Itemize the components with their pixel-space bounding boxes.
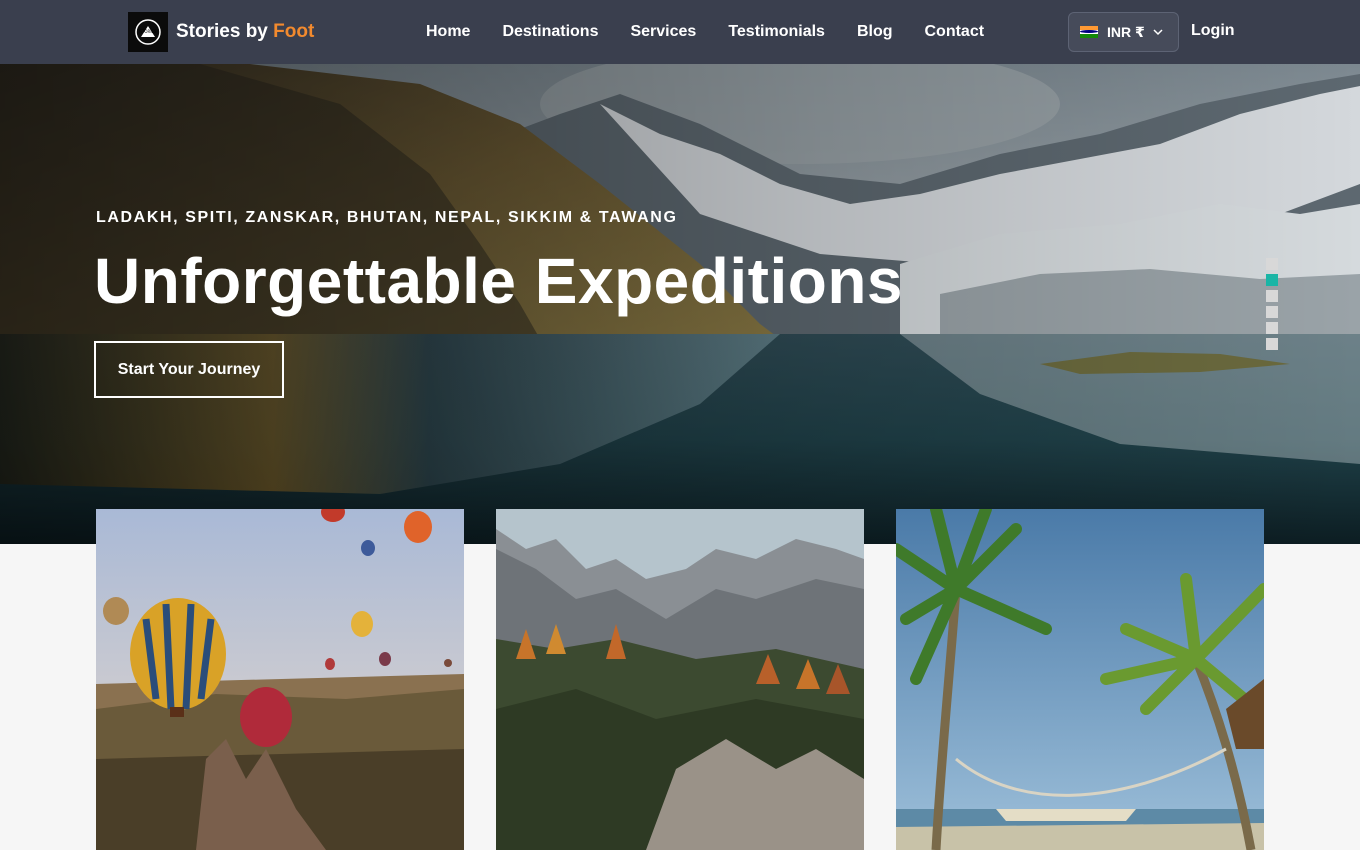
mountain-forest-image [496,509,864,850]
slider-dot[interactable] [1266,258,1278,270]
hero-title: Unforgettable Expeditions [94,244,903,318]
nav-link-services[interactable]: Services [614,23,712,41]
nav-link-destinations[interactable]: Destinations [486,23,614,41]
slider-dot[interactable] [1266,338,1278,350]
brand-name: Stories by Foot [176,21,314,43]
destination-card-balloons[interactable] [96,509,464,850]
login-link[interactable]: Login [1191,22,1235,40]
balloons-image [96,509,464,850]
beach-palms-image [896,509,1264,850]
hero-slider: LADAKH, SPITI, ZANSKAR, BHUTAN, NEPAL, S… [0,64,1360,544]
top-navbar: STORIES Stories by Foot Home Destination… [0,0,1360,64]
slider-dot-active[interactable] [1266,274,1278,286]
nav-link-testimonials[interactable]: Testimonials [712,23,841,41]
brand-name-accent: Foot [273,21,315,42]
hero-title-light: Unforgettable [94,245,517,317]
logo-icon: STORIES [128,12,168,52]
chevron-down-icon [1153,28,1163,35]
india-flag-icon [1080,25,1098,39]
nav-link-contact[interactable]: Contact [908,23,1000,41]
hero-title-bold: Expeditions [534,245,903,317]
slider-pagination [1266,258,1278,354]
slider-dot[interactable] [1266,322,1278,334]
destination-card-mountains[interactable] [496,509,864,850]
brand[interactable]: STORIES Stories by Foot [128,12,314,52]
main-nav: Home Destinations Services Testimonials … [410,0,1000,64]
nav-link-blog[interactable]: Blog [841,23,909,41]
destination-card-beach[interactable] [896,509,1264,850]
currency-selector[interactable]: INR ₹ [1068,12,1179,52]
start-journey-button[interactable]: Start Your Journey [94,341,284,398]
nav-link-home[interactable]: Home [410,23,486,41]
hero-subtitle: LADAKH, SPITI, ZANSKAR, BHUTAN, NEPAL, S… [96,209,678,226]
logo-text: STORIES [139,29,157,34]
slider-dot[interactable] [1266,306,1278,318]
slider-dot[interactable] [1266,290,1278,302]
currency-label: INR ₹ [1107,23,1145,40]
brand-name-prefix: Stories by [176,21,268,42]
